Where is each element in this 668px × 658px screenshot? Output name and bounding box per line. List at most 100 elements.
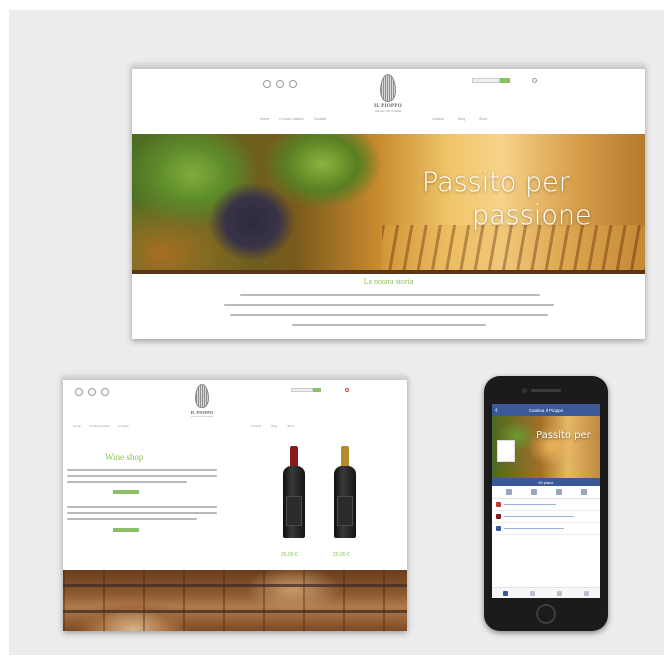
- bottle-label: [337, 496, 353, 526]
- social-icons: [75, 388, 109, 396]
- nav-item[interactable]: Cantina: [432, 117, 444, 121]
- wine-bottle-gold[interactable]: [334, 446, 356, 538]
- main-nav-right: Cantina Blog Shop: [432, 117, 487, 121]
- nav-item[interactable]: Shop: [287, 424, 294, 428]
- facebook-icon[interactable]: [263, 80, 271, 88]
- bottle-label: [286, 496, 302, 526]
- post-icon: [496, 502, 501, 507]
- shop-text-line: [67, 481, 187, 483]
- instagram-icon[interactable]: [289, 80, 297, 88]
- bottle-price: 25,00 €: [281, 552, 298, 558]
- instagram-icon[interactable]: [101, 388, 109, 396]
- nav-item[interactable]: Home: [73, 424, 81, 428]
- site-logo[interactable]: IL PIOPPO vini dei colli vicentini: [181, 384, 223, 418]
- friends-tab-icon[interactable]: [530, 590, 535, 596]
- nav-item[interactable]: Contatti: [314, 117, 326, 121]
- shop-text-line: [67, 469, 217, 471]
- hero-headline-line1: Passito per: [422, 167, 570, 198]
- twitter-icon[interactable]: [88, 388, 96, 396]
- page-actions: [492, 486, 600, 499]
- post-text-line: [504, 503, 556, 506]
- facebook-header: ‹ Cantina Il Pioppo: [492, 404, 600, 416]
- site-logo[interactable]: IL PIOPPO vini dei colli vicentini: [364, 74, 412, 113]
- home-tab-icon[interactable]: [503, 590, 508, 596]
- search-box[interactable]: [472, 78, 510, 83]
- shop-text-line: [67, 475, 217, 477]
- facebook-page-screen: ‹ Cantina Il Pioppo Passito per Mi piace: [492, 404, 600, 598]
- facebook-tab-bar: [492, 587, 600, 598]
- search-button[interactable]: [313, 388, 321, 392]
- twitter-icon[interactable]: [276, 80, 284, 88]
- wine-shop-screenshot: IL PIOPPO vini dei colli vicentini Home …: [63, 376, 407, 631]
- main-nav-right: Cantina Blog Shop: [251, 424, 294, 428]
- story-title: La nostra storia: [363, 277, 414, 286]
- nav-item[interactable]: Shop: [479, 117, 487, 121]
- search-box[interactable]: [291, 388, 321, 392]
- shop-text-line: [67, 506, 217, 508]
- nav-item[interactable]: Blog: [458, 117, 465, 121]
- earpiece-speaker: [531, 389, 561, 392]
- barrel-hoop: [63, 584, 407, 587]
- wine-bottle-red[interactable]: [283, 446, 305, 538]
- back-arrow-icon[interactable]: ‹: [495, 405, 498, 415]
- nav-item[interactable]: Il nostro passito: [279, 117, 304, 121]
- review-icon[interactable]: [555, 489, 562, 495]
- call-icon[interactable]: [505, 489, 512, 495]
- search-icon[interactable]: [532, 78, 537, 83]
- page-post[interactable]: [492, 499, 600, 511]
- page-post[interactable]: [492, 511, 600, 523]
- main-nav-left: Home Il nostro passito Contatti: [260, 117, 326, 121]
- facebook-icon[interactable]: [75, 388, 83, 396]
- story-text-line: [292, 324, 486, 326]
- shop-text-line: [67, 518, 197, 520]
- post-icon: [496, 514, 501, 519]
- notifications-tab-icon[interactable]: [557, 590, 562, 596]
- post-text-line: [504, 515, 574, 518]
- brand-tagline: vini dei colli vicentini: [374, 109, 402, 113]
- mockup-background: IL PIOPPO vini dei colli vicentini Home …: [9, 10, 664, 655]
- shop-button[interactable]: [113, 528, 139, 532]
- desktop-website-screenshot: IL PIOPPO vini dei colli vicentini Home …: [132, 64, 645, 339]
- wine-barrels-photo: [63, 570, 407, 631]
- facebook-page-title: Cantina Il Pioppo: [528, 407, 564, 413]
- brand-tagline: vini dei colli vicentini: [190, 415, 213, 418]
- page-post[interactable]: [492, 523, 600, 535]
- story-text-line: [230, 314, 548, 316]
- nav-item[interactable]: Home: [260, 117, 269, 121]
- barrel-hoop: [63, 610, 407, 613]
- post-text-line: [504, 527, 564, 530]
- shop-title: Wine shop: [105, 452, 144, 462]
- more-icon[interactable]: [580, 489, 587, 495]
- hero-banner: Passito per passione: [132, 134, 645, 270]
- search-input[interactable]: [472, 78, 500, 83]
- search-input[interactable]: [291, 388, 313, 392]
- hero-headline-line2: passione: [472, 200, 592, 231]
- poplar-leaf-icon: [380, 74, 396, 102]
- browser-chrome: [132, 64, 645, 69]
- cover-text: Passito per: [536, 430, 591, 441]
- menu-tab-icon[interactable]: [584, 590, 589, 596]
- home-button[interactable]: [536, 604, 556, 624]
- cover-photo: Passito per: [492, 416, 600, 478]
- nav-item[interactable]: Blog: [271, 424, 277, 428]
- page-avatar[interactable]: [497, 440, 515, 462]
- cart-icon[interactable]: [345, 388, 349, 392]
- search-button[interactable]: [500, 78, 510, 83]
- hero-divider-band: [132, 270, 645, 274]
- nav-item[interactable]: Cantina: [251, 424, 261, 428]
- nav-item[interactable]: Il nostro passito: [89, 424, 110, 428]
- nav-item[interactable]: Contatti: [118, 424, 128, 428]
- story-text-line: [224, 304, 554, 306]
- like-button[interactable]: Mi piace: [492, 478, 600, 486]
- browser-chrome: [63, 376, 407, 380]
- post-icon: [496, 526, 501, 531]
- front-camera: [522, 388, 527, 393]
- bottle-price: 20,00 €: [333, 552, 350, 558]
- social-icons: [263, 80, 297, 88]
- story-text-line: [240, 294, 540, 296]
- message-icon[interactable]: [530, 489, 537, 495]
- smartphone: ‹ Cantina Il Pioppo Passito per Mi piace: [484, 376, 608, 631]
- shop-text-line: [67, 512, 217, 514]
- shop-button[interactable]: [113, 490, 139, 494]
- poplar-leaf-icon: [195, 384, 209, 408]
